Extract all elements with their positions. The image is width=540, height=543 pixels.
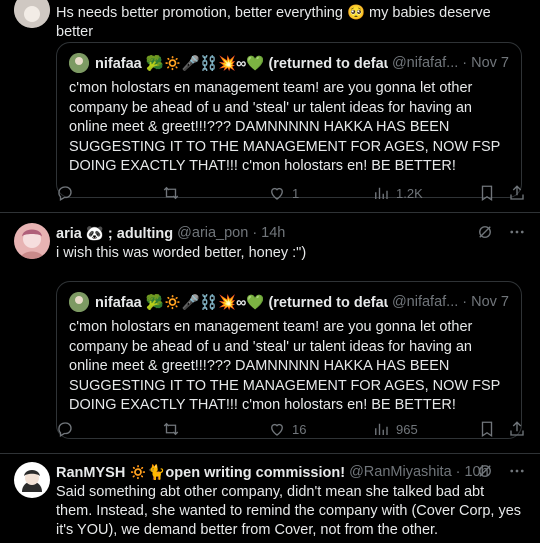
- author-name[interactable]: aria 🐼 ; adulting: [56, 225, 173, 242]
- quoted-tweet-header: nifafaa 🥦🔅🎤⛓️💥∞💚 (returned to defau... @…: [69, 53, 509, 73]
- tweet-actions: 1 1.2K: [56, 183, 526, 203]
- tweet-text: i wish this was worded better, honey :"): [56, 245, 307, 261]
- tweet[interactable]: RanMYSH 🔅🐈open writing commission! @RanM…: [0, 454, 540, 543]
- views-button[interactable]: 1.2K: [372, 184, 423, 202]
- author-handle[interactable]: @nifafaf...: [392, 294, 458, 310]
- grok-icon[interactable]: [476, 223, 494, 241]
- like-count: 16: [292, 421, 307, 437]
- avatar[interactable]: [14, 462, 50, 498]
- timestamp[interactable]: Nov 7: [471, 55, 509, 71]
- like-count: 1: [292, 185, 300, 201]
- reply-button[interactable]: [56, 420, 80, 438]
- separator-dot: ·: [462, 55, 468, 71]
- author-name[interactable]: nifafaa 🥦🔅🎤⛓️💥∞💚 (returned to defau...: [95, 55, 388, 72]
- timestamp[interactable]: Nov 7: [471, 294, 509, 310]
- author-handle[interactable]: @aria_pon: [177, 225, 248, 241]
- retweet-icon: [163, 186, 179, 200]
- quoted-tweet-header: nifafaa 🥦🔅🎤⛓️💥∞💚 (returned to defau... @…: [69, 292, 509, 312]
- avatar[interactable]: [14, 0, 50, 28]
- avatar[interactable]: [69, 53, 89, 73]
- tweet-header: RanMYSH 🔅🐈open writing commission! @RanM…: [56, 462, 524, 482]
- bookmark-icon: [481, 421, 493, 438]
- quoted-tweet[interactable]: nifafaa 🥦🔅🎤⛓️💥∞💚 (returned to defau... @…: [56, 281, 522, 439]
- views-icon: [375, 423, 388, 435]
- views-count: 1.2K: [396, 185, 423, 201]
- retweet-button[interactable]: [162, 420, 186, 438]
- like-icon: [271, 423, 283, 436]
- separator-dot: ·: [455, 464, 461, 480]
- reply-icon: [58, 186, 72, 201]
- quoted-tweet-text: c'mon holostars en management team! are …: [69, 80, 501, 174]
- bookmark-button[interactable]: [478, 184, 496, 202]
- views-button[interactable]: 965: [372, 420, 418, 438]
- reply-button[interactable]: [56, 184, 80, 202]
- share-icon: [510, 185, 524, 200]
- tweet-header: aria 🐼 ; adulting @aria_pon · 14h: [56, 223, 524, 243]
- tweet-text: Hs needs better promotion, better everyt…: [56, 5, 491, 40]
- grok-icon[interactable]: [476, 462, 494, 480]
- author-name[interactable]: RanMYSH 🔅🐈open writing commission!: [56, 464, 345, 481]
- more-icon[interactable]: [508, 223, 526, 241]
- author-handle[interactable]: @RanMiyashita: [349, 464, 452, 480]
- author-name[interactable]: nifafaa 🥦🔅🎤⛓️💥∞💚 (returned to defau...: [95, 294, 388, 311]
- quoted-tweet[interactable]: nifafaa 🥦🔅🎤⛓️💥∞💚 (returned to defau... @…: [56, 42, 522, 198]
- share-icon: [510, 421, 524, 436]
- tweet-text: Said something abt other company, didn't…: [56, 484, 522, 538]
- more-icon[interactable]: [508, 462, 526, 480]
- bookmark-button[interactable]: [478, 420, 496, 438]
- tweet[interactable]: Hs needs better promotion, better everyt…: [0, 0, 540, 213]
- tweet[interactable]: aria 🐼 ; adulting @aria_pon · 14h i wish…: [0, 213, 540, 454]
- like-button[interactable]: 1: [268, 184, 299, 202]
- share-button[interactable]: [508, 184, 526, 202]
- avatar[interactable]: [14, 223, 50, 259]
- like-icon: [271, 187, 283, 200]
- tweet-actions: 16 965: [56, 419, 526, 439]
- separator-dot: ·: [252, 225, 258, 241]
- retweet-button[interactable]: [162, 184, 186, 202]
- bookmark-icon: [481, 185, 493, 202]
- avatar[interactable]: [69, 292, 89, 312]
- share-button[interactable]: [508, 420, 526, 438]
- like-button[interactable]: 16: [268, 420, 306, 438]
- tweet-top-actions: [476, 462, 526, 480]
- author-handle[interactable]: @nifafaf...: [392, 55, 458, 71]
- quoted-tweet-text: c'mon holostars en management team! are …: [69, 319, 501, 413]
- views-count: 965: [396, 421, 418, 437]
- reply-icon: [58, 422, 72, 437]
- tweet-top-actions: [476, 223, 526, 241]
- timestamp[interactable]: 14h: [261, 225, 285, 241]
- views-icon: [375, 187, 388, 199]
- retweet-icon: [163, 422, 179, 436]
- separator-dot: ·: [462, 294, 468, 310]
